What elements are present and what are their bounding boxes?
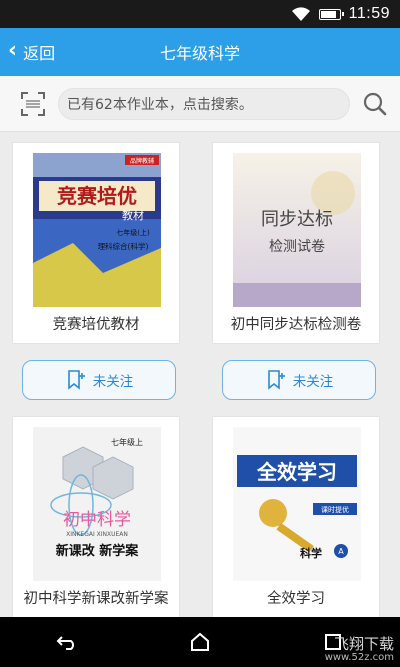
cover-subject: 科学 bbox=[300, 546, 322, 560]
search-input[interactable]: 已有62本作业本，点击搜索。 bbox=[58, 87, 350, 120]
cover-grade: 七年级上 bbox=[111, 437, 143, 447]
cover-grade: 七年级(上) bbox=[116, 228, 150, 237]
cover-subtitle: 教材 bbox=[122, 208, 144, 222]
book-card[interactable]: 品牌教辅 竞赛培优 教材 七年级(上) 理科综合(科学) 竞赛培优教材 bbox=[12, 142, 180, 344]
cover-badge: 品牌教辅 bbox=[130, 157, 154, 165]
follow-button[interactable]: 未关注 bbox=[22, 360, 176, 400]
book-title: 初中科学新课改新学案 bbox=[23, 591, 169, 607]
cover-title: 初中科学 bbox=[63, 510, 131, 530]
cover-pinyin: XINKEGAI XINXUEAN bbox=[66, 531, 128, 538]
cover-title: 竞赛培优 bbox=[57, 184, 137, 208]
cover-title: 同步达标 bbox=[261, 209, 333, 230]
book-cover: 全效学习 课时提优 科学 A bbox=[233, 427, 361, 581]
nav-back-button[interactable] bbox=[47, 622, 87, 662]
book-cover: 品牌教辅 竞赛培优 教材 七年级(上) 理科综合(科学) bbox=[33, 153, 161, 307]
book-title: 全效学习 bbox=[267, 591, 325, 607]
battery-icon bbox=[318, 8, 344, 20]
book-cover: 七年级上 初中科学 XINKEGAI XINXUEAN 新课改 新学案 bbox=[33, 427, 161, 581]
scan-icon[interactable] bbox=[20, 91, 46, 117]
app-bar: ‹ 返回 七年级科学 bbox=[0, 28, 400, 76]
page-title: 七年级科学 bbox=[159, 44, 240, 63]
book-title: 竞赛培优教材 bbox=[52, 317, 140, 333]
search-placeholder: 已有62本作业本，点击搜索。 bbox=[67, 96, 253, 113]
back-button[interactable]: ‹ 返回 bbox=[8, 28, 55, 76]
book-card[interactable]: 同步达标 检测试卷 初中同步达标检测卷 bbox=[212, 142, 380, 344]
status-clock: 11:59 bbox=[348, 5, 390, 22]
cover-title: 全效学习 bbox=[256, 460, 337, 484]
search-bar: 已有62本作业本，点击搜索。 bbox=[0, 76, 400, 132]
bookmark-add-icon bbox=[67, 370, 85, 390]
cover-badge: 课时提优 bbox=[321, 505, 349, 514]
book-title: 初中同步达标检测卷 bbox=[230, 317, 362, 333]
follow-button[interactable]: 未关注 bbox=[222, 360, 376, 400]
bookmark-add-icon bbox=[267, 370, 285, 390]
chevron-left-icon: ‹ bbox=[8, 38, 18, 63]
follow-label: 未关注 bbox=[292, 374, 334, 390]
back-arrow-icon bbox=[56, 636, 74, 650]
cover-subtitle: 检测试卷 bbox=[269, 239, 325, 255]
nav-home-button[interactable] bbox=[180, 622, 220, 662]
home-icon bbox=[190, 632, 209, 651]
wifi-icon bbox=[291, 7, 310, 21]
search-icon[interactable] bbox=[362, 91, 388, 117]
follow-label: 未关注 bbox=[92, 374, 134, 390]
status-bar: 11:59 bbox=[0, 0, 400, 28]
cover-subject: 理科综合(科学) bbox=[98, 241, 149, 251]
back-label: 返回 bbox=[23, 44, 56, 63]
watermark-main: 飞翔下载 bbox=[333, 634, 394, 653]
book-card[interactable]: 全效学习 课时提优 科学 A 全效学习 bbox=[212, 416, 380, 617]
cover-subtitle: 新课改 新学案 bbox=[56, 543, 140, 559]
cover-edition: A bbox=[338, 547, 344, 556]
watermark-url: www.52z.com bbox=[324, 652, 394, 663]
book-grid: 品牌教辅 竞赛培优 教材 七年级(上) 理科综合(科学) 竞赛培优教材 同步达标… bbox=[0, 132, 400, 617]
book-card[interactable]: 七年级上 初中科学 XINKEGAI XINXUEAN 新课改 新学案 初中科学… bbox=[12, 416, 180, 617]
watermark: 飞翔下载 www.52z.com bbox=[324, 634, 394, 663]
book-cover: 同步达标 检测试卷 bbox=[233, 153, 361, 307]
